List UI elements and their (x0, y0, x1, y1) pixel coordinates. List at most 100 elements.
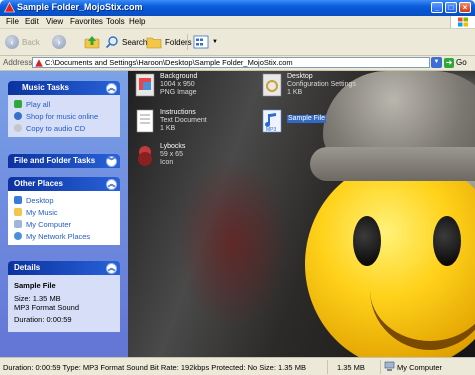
file-meta: 59 x 65 (160, 151, 183, 158)
file-meta: 1 KB (160, 125, 176, 132)
file-item[interactable]: Instructions Text Document 1 KB (134, 109, 207, 133)
other-places-title: Other Places (14, 179, 63, 188)
shop-music-link[interactable]: Shop for music online (14, 110, 114, 122)
my-computer-link[interactable]: My Computer (14, 218, 114, 230)
file-view[interactable]: Background 1004 x 950 PNG Image Desktop … (128, 71, 475, 357)
music-tasks-title: Music Tasks (22, 83, 69, 92)
png-image-icon (135, 73, 155, 97)
menu-view[interactable]: View (46, 17, 63, 26)
back-button[interactable]: ‹ Back (5, 34, 40, 50)
status-separator (327, 360, 328, 374)
close-button[interactable]: × (459, 2, 471, 13)
go-label: Go (456, 58, 467, 67)
file-folder-tasks-panel: File and Folder Tasks ︾ (8, 154, 120, 168)
address-label: Address (3, 58, 33, 67)
file-item[interactable]: Background 1004 x 950 PNG Image (134, 73, 197, 97)
wallpaper-eye-right (433, 216, 461, 266)
address-input[interactable]: C:\Documents and Settings\Haroon\Desktop… (32, 57, 430, 68)
my-network-places-link[interactable]: My Network Places (14, 230, 114, 242)
go-button[interactable]: ➜ Go (444, 57, 467, 68)
network-icon (14, 232, 22, 240)
details-body: Sample File Size: 1.35 MB MP3 Format Sou… (8, 275, 120, 332)
file-meta: Text Document (160, 117, 207, 124)
details-title: Details (14, 263, 41, 272)
explorer-window: Sample Folder_MojoStix.com _ □ × File Ed… (0, 0, 475, 375)
file-folder-tasks-header[interactable]: File and Folder Tasks ︾ (8, 154, 120, 168)
menu-help[interactable]: Help (129, 17, 145, 26)
my-computer-label: My Computer (26, 219, 72, 229)
minimize-button[interactable]: _ (431, 2, 443, 13)
play-all-label: Play all (26, 99, 51, 109)
globe-icon (14, 112, 22, 120)
play-all-link[interactable]: Play all (14, 98, 114, 110)
file-item[interactable]: Desktop Configuration Settings 1 KB (261, 73, 356, 97)
collapse-chevron-icon[interactable]: ︽ (106, 263, 117, 274)
search-icon (105, 36, 118, 49)
desktop-link[interactable]: Desktop (14, 194, 114, 206)
music-tasks-header[interactable]: Music Tasks ︽ (8, 81, 120, 95)
address-bar: Address C:\Documents and Settings\Haroon… (0, 56, 475, 71)
collapse-chevron-icon[interactable]: ︽ (106, 179, 117, 190)
music-tasks-panel: Music Tasks ︽ Play all Shop for music on… (8, 81, 120, 137)
play-icon (14, 100, 22, 108)
copy-cd-link[interactable]: Copy to audio CD (14, 122, 114, 134)
title-bar[interactable]: Sample Folder_MojoStix.com _ □ × (0, 0, 475, 16)
file-name: Instructions (160, 109, 196, 116)
maximize-button[interactable]: □ (445, 2, 457, 13)
views-button[interactable]: ▼ (193, 34, 218, 50)
address-dropdown-icon[interactable]: ▼ (431, 57, 442, 68)
forward-button[interactable]: › (52, 34, 66, 50)
toolbar-separator (187, 34, 188, 50)
desktop-icon (14, 196, 22, 204)
file-meta: PNG Image (160, 89, 197, 96)
file-name: Lybocks (160, 143, 186, 150)
windows-logo-icon (450, 16, 475, 28)
text-document-icon (136, 109, 154, 133)
folders-icon (146, 37, 162, 49)
up-folder-icon (84, 36, 100, 49)
status-info: Duration: 0:00:59 Type: MP3 Format Sound… (3, 363, 306, 372)
svg-text:MP3: MP3 (266, 127, 277, 133)
details-size: Size: 1.35 MB (14, 294, 61, 303)
menu-tools[interactable]: Tools (106, 17, 125, 26)
menu-edit[interactable]: Edit (25, 17, 39, 26)
file-name: Background (160, 73, 198, 80)
desktop-label: Desktop (26, 195, 54, 205)
my-music-link[interactable]: My Music (14, 206, 114, 218)
cd-icon (14, 124, 22, 132)
other-places-header[interactable]: Other Places ︽ (8, 177, 120, 191)
folders-button[interactable]: Folders (146, 34, 192, 50)
menu-favorites[interactable]: Favorites (70, 17, 103, 26)
search-button[interactable]: Search (105, 34, 147, 50)
mp3-file-icon: MP3 (262, 109, 282, 133)
views-icon (193, 35, 209, 49)
music-tasks-body: Play all Shop for music online Copy to a… (8, 95, 120, 137)
other-places-body: Desktop My Music My Computer My Network … (8, 191, 120, 245)
status-location: My Computer (397, 363, 443, 372)
toolbar: ‹ Back › Search Folders ▼ (0, 29, 475, 56)
file-meta: Configuration Settings (287, 81, 356, 88)
back-arrow-icon: ‹ (5, 35, 19, 49)
mojostix-app-icon (4, 2, 15, 13)
settings-file-icon (262, 73, 282, 97)
file-folder-tasks-title: File and Folder Tasks (14, 156, 96, 165)
copy-cd-label: Copy to audio CD (26, 123, 86, 133)
expand-chevron-icon[interactable]: ︾ (106, 156, 117, 167)
status-separator (380, 360, 381, 374)
file-meta: 1 KB (287, 89, 303, 96)
file-item[interactable]: Lybocks 59 x 65 Icon (134, 143, 185, 167)
music-folder-icon (14, 208, 22, 216)
menu-bar: File Edit View Favorites Tools Help (0, 16, 475, 29)
file-item-selected[interactable]: MP3 Sample File (261, 109, 326, 133)
menu-file[interactable]: File (6, 17, 19, 26)
icon-file-icon (138, 146, 152, 166)
file-name: Sample File (287, 115, 326, 123)
go-arrow-icon: ➜ (444, 57, 454, 68)
task-pane: Music Tasks ︽ Play all Shop for music on… (0, 71, 128, 357)
up-folder-button[interactable] (84, 34, 100, 50)
chevron-down-icon: ▼ (212, 39, 218, 45)
details-panel: Details ︽ Sample File Size: 1.35 MB MP3 … (8, 261, 120, 332)
file-meta: 1004 x 950 (160, 81, 195, 88)
collapse-chevron-icon[interactable]: ︽ (106, 83, 117, 94)
details-header[interactable]: Details ︽ (8, 261, 120, 275)
